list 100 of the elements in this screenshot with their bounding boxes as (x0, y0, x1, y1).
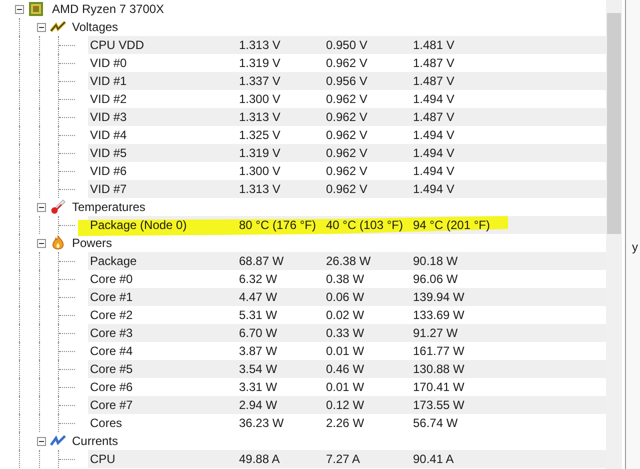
sensor-name: Cores (89, 416, 124, 430)
sensor-name: Core #2 (89, 308, 134, 322)
sensor-min: 0.962 V (326, 164, 368, 178)
sensor-name: VID #7 (89, 182, 128, 196)
sensor-max: 170.41 W (413, 380, 466, 394)
sensor-max: 94 °C (201 °F) (413, 218, 491, 232)
sensor-max: 56.74 W (413, 416, 459, 430)
sensor-min: 0.962 V (326, 182, 368, 196)
sensor-min: 0.01 W (326, 380, 366, 394)
group-name: Voltages (72, 20, 118, 34)
sensor-value: 5.31 W (239, 308, 278, 322)
sensor-max: 161.77 W (413, 344, 466, 358)
sensor-name: VID #4 (89, 128, 128, 142)
sensor-min: 0.06 W (326, 290, 366, 304)
sensor-min: 0.962 V (326, 92, 368, 106)
sensor-name: Core #0 (89, 272, 134, 286)
sensor-name: CPU VDD (89, 38, 146, 52)
sensor-value: 36.23 W (239, 416, 285, 430)
sensor-min: 0.02 W (326, 308, 366, 322)
sensor-value: 1.325 V (239, 128, 282, 142)
sensor-max: 1.494 V (413, 146, 456, 160)
sensor-min: 40 °C (103 °F) (326, 218, 404, 232)
sensor-name: VID #6 (89, 164, 128, 178)
sensor-value: 1.300 V (239, 92, 282, 106)
sensor-name: Core #1 (89, 290, 134, 304)
sensor-name: CPU (89, 452, 116, 466)
sensor-max: 1.487 V (413, 110, 456, 124)
sensor-value: 2.94 W (239, 398, 278, 412)
sensor-name: Core #5 (89, 362, 134, 376)
sensor-value: 6.70 W (239, 326, 278, 340)
sensor-name: Package (Node 0) (89, 218, 188, 232)
sensor-name: Core #3 (89, 326, 134, 340)
sensor-name: Core #7 (89, 398, 134, 412)
sensor-min: 0.962 V (326, 56, 368, 70)
sensor-max: 173.55 W (413, 398, 466, 412)
group-name: Currents (72, 434, 118, 448)
sensor-min: 7.27 A (326, 452, 362, 466)
sensor-value: 1.319 V (239, 56, 282, 70)
sensor-name: Package (89, 254, 138, 268)
sensor-value: 4.47 W (239, 290, 278, 304)
sensor-max: 91.27 W (413, 326, 459, 340)
sensor-min: 0.962 V (326, 128, 368, 142)
sensor-max: 1.494 V (413, 92, 456, 106)
sensor-value: 1.313 V (239, 182, 282, 196)
sensor-max: 1.494 V (413, 128, 456, 142)
group-name: Temperatures (72, 200, 146, 214)
collapse-toggle[interactable] (37, 238, 46, 248)
sensor-name: VID #3 (89, 110, 128, 124)
sensor-min: 2.26 W (326, 416, 366, 430)
sensor-value: 3.31 W (239, 380, 278, 394)
sensor-name: VID #0 (89, 56, 128, 70)
sensor-max: 96.06 W (413, 272, 459, 286)
sensor-min: 0.962 V (326, 146, 368, 160)
sensor-value: 3.54 W (239, 362, 278, 376)
panel-text: y (632, 240, 639, 254)
sensor-name: VID #1 (89, 74, 128, 88)
sensor-min: 0.01 W (326, 344, 366, 358)
sensor-max: 130.88 W (413, 362, 466, 376)
thermometer-icon (50, 199, 66, 215)
voltage-icon (50, 19, 66, 35)
collapse-toggle[interactable] (37, 202, 46, 212)
sensor-name: VID #5 (89, 146, 128, 160)
sensor-max: 1.494 V (413, 182, 456, 196)
flame-icon (50, 235, 66, 251)
sensor-max: 1.487 V (413, 74, 456, 88)
chip-icon (28, 1, 44, 17)
sensor-value: 80 °C (176 °F) (239, 218, 317, 232)
sensor-value: 1.313 V (239, 110, 282, 124)
sensor-max: 90.18 W (413, 254, 459, 268)
sensor-value: 1.337 V (239, 74, 282, 88)
collapse-toggle[interactable] (37, 436, 46, 446)
sensor-min: 0.12 W (326, 398, 366, 412)
sensor-min: 0.962 V (326, 110, 368, 124)
sensor-name: Core #4 (89, 344, 134, 358)
sensor-value: 1.300 V (239, 164, 282, 178)
sensor-min: 0.33 W (326, 326, 366, 340)
sensor-min: 0.956 V (326, 74, 368, 88)
sensor-max: 90.41 A (413, 452, 455, 466)
device-name: AMD Ryzen 7 3700X (52, 2, 164, 16)
sensor-name: VID #2 (89, 92, 128, 106)
group-name: Powers (72, 236, 112, 250)
sensor-value: 6.32 W (239, 272, 278, 286)
sensor-name: Core #6 (89, 380, 134, 394)
sensor-min: 0.38 W (326, 272, 366, 286)
sensor-max: 139.94 W (413, 290, 466, 304)
sensor-max: 1.487 V (413, 56, 456, 70)
sensor-min: 0.950 V (326, 38, 368, 52)
sensor-value: 1.313 V (239, 38, 282, 52)
sensor-max: 1.494 V (413, 164, 456, 178)
sensor-min: 26.38 W (326, 254, 372, 268)
collapse-toggle[interactable] (37, 22, 46, 32)
scroll-thumb[interactable] (607, 13, 621, 234)
collapse-toggle[interactable] (15, 4, 24, 14)
sensor-value: 3.87 W (239, 344, 278, 358)
sensor-max: 133.69 W (413, 308, 466, 322)
sensor-value: 49.88 A (239, 452, 281, 466)
sensor-value: 68.87 W (239, 254, 285, 268)
scrollbar[interactable] (606, 0, 622, 469)
sensor-min: 0.46 W (326, 362, 366, 376)
sensor-value: 1.319 V (239, 146, 282, 160)
